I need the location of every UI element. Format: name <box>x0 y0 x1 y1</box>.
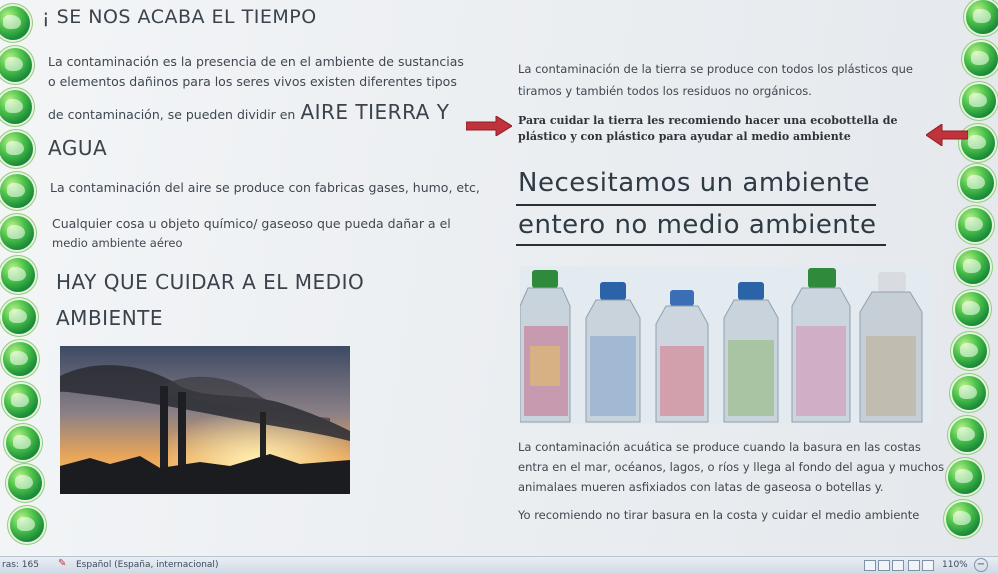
globe-icon <box>958 208 992 242</box>
globe-icon <box>952 376 986 410</box>
status-bar: ras: 165 ✎ Español (España, internaciona… <box>0 556 998 574</box>
document-title: ¡ SE NOS ACABA EL TIEMPO <box>42 6 317 28</box>
slogan-line: AMBIENTE <box>56 306 164 330</box>
zoom-level[interactable]: 110% <box>942 560 968 570</box>
paragraph-line-mixed: de contaminación, se pueden dividir en A… <box>48 100 449 124</box>
globe-icon <box>0 90 32 124</box>
globe-icon <box>966 0 998 34</box>
earth-paragraph-line: tiramos y también todos los residuos no … <box>518 84 812 98</box>
paragraph-line: La contaminación es la presencia de en e… <box>48 54 464 69</box>
globe-icon <box>960 166 994 200</box>
globe-icon <box>964 42 998 76</box>
slogan-line: HAY QUE CUIDAR A EL MEDIO <box>56 270 365 294</box>
globe-icon <box>0 132 33 166</box>
factory-smoke-image <box>60 346 350 494</box>
paragraph-emphasis: AGUA <box>48 136 108 160</box>
water-paragraph-line: La contaminación acuática se produce cua… <box>518 440 921 454</box>
globe-icon <box>962 84 996 118</box>
paragraph-emphasis: AIRE TIERRA Y <box>300 100 450 124</box>
word-count[interactable]: ras: 165 <box>2 560 39 570</box>
paragraph-line: Cualquier cosa u objeto químico/ gaseoso… <box>52 216 451 231</box>
arrow-right-icon <box>466 116 512 136</box>
water-paragraph-line: entra en el mar, océanos, lagos, o ríos … <box>518 460 945 474</box>
globe-icon <box>0 6 30 40</box>
print-layout-view-icon[interactable] <box>864 560 876 571</box>
recommend-paragraph: Yo recomiendo no tirar basura en la cost… <box>518 508 920 522</box>
spellcheck-icon[interactable]: ✎ <box>58 558 66 569</box>
web-layout-view-icon[interactable] <box>892 560 904 571</box>
globe-icon <box>946 502 980 536</box>
recommend-bold-line: plástico y con plástico para ayudar al m… <box>518 130 851 143</box>
document-page[interactable]: ¡ SE NOS ACABA EL TIEMPO La contaminació… <box>0 0 998 556</box>
earth-paragraph-line: La contaminación de la tierra se produce… <box>518 62 913 76</box>
arrow-left-icon <box>926 124 968 146</box>
air-paragraph: La contaminación del aire se produce con… <box>50 180 480 195</box>
globe-icon <box>8 466 42 500</box>
globe-icon <box>0 174 34 208</box>
full-screen-view-icon[interactable] <box>878 560 890 571</box>
globe-icon <box>2 300 36 334</box>
globe-icon <box>948 460 982 494</box>
globe-icon <box>4 384 38 418</box>
globe-icon <box>6 426 40 460</box>
paragraph-line: medio ambiente aéreo <box>52 236 183 250</box>
heading-line: entero no medio ambiente <box>518 210 877 240</box>
globe-icon <box>1 258 35 292</box>
eco-bottles-image <box>520 266 932 424</box>
globe-icon <box>3 342 37 376</box>
globe-icon <box>0 48 32 82</box>
globe-icon <box>10 508 44 542</box>
zoom-out-icon[interactable]: − <box>974 558 988 572</box>
recommend-bold-line: Para cuidar la tierra les recomiendo hac… <box>518 114 898 127</box>
globe-icon <box>956 250 990 284</box>
paragraph-text: de contaminación, se pueden dividir en <box>48 107 296 122</box>
paragraph-line: o elementos dañinos para los seres vivos… <box>48 74 457 89</box>
heading-underline <box>516 244 886 246</box>
outline-view-icon[interactable] <box>908 560 920 571</box>
language-indicator[interactable]: Español (España, internacional) <box>76 560 218 570</box>
heading-underline <box>516 204 876 206</box>
water-paragraph-line: animalaes mueren asfixiados con latas de… <box>518 480 884 494</box>
globe-icon <box>950 418 984 452</box>
draft-view-icon[interactable] <box>922 560 934 571</box>
globe-icon <box>953 334 987 368</box>
globe-icon <box>955 292 989 326</box>
heading-line: Necesitamos un ambiente <box>518 168 871 198</box>
globe-icon <box>0 216 34 250</box>
